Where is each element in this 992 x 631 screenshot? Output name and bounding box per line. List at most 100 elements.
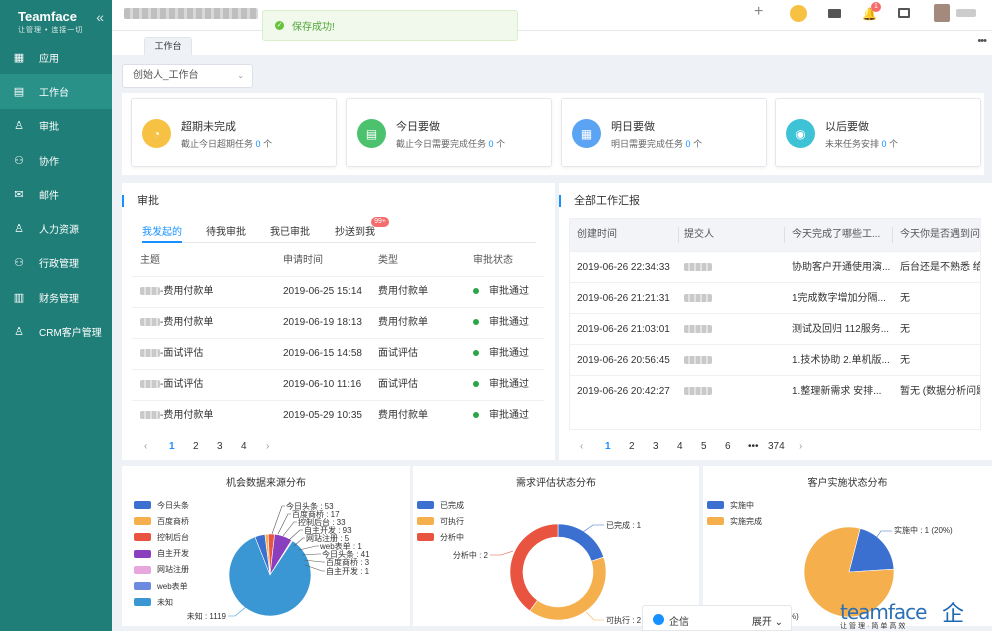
chevron-left-icon[interactable]: ‹: [580, 441, 583, 452]
report-table: 创建时间 提交人 今天完成了哪些工... 今天你是否遇到问... 2019-06…: [569, 218, 981, 430]
page-6[interactable]: 6: [725, 441, 731, 452]
task-card-2[interactable]: ▦ 明日要做 明日需要完成任务 0 个: [561, 98, 767, 167]
blurred-name: [684, 294, 712, 303]
sidebar-item-label: 人力资源: [39, 225, 79, 237]
label-leader-line: [293, 537, 305, 547]
table-row[interactable]: 2019-06-26 21:03:01 测试及回归 112服务... 无: [570, 313, 980, 344]
toast-message: 保存成功!: [292, 22, 335, 33]
chat-icon: [653, 614, 664, 625]
tab-initiated[interactable]: 我发起的: [142, 223, 182, 243]
mail-icon[interactable]: [828, 9, 841, 18]
table-row[interactable]: 2019-06-26 21:21:31 1完成数字增加分隔... 无: [570, 282, 980, 313]
page-•••[interactable]: •••: [748, 441, 759, 452]
status-dot-icon: [473, 412, 479, 419]
chevron-right-icon[interactable]: ›: [266, 441, 269, 452]
task-card-1[interactable]: ▤ 今日要做 截止今日需要完成任务 0 个: [346, 98, 552, 167]
sidebar-item-8[interactable]: ♙ CRM客户管理: [0, 314, 112, 348]
approval-table-header: 主题 申请时间 类型 审批状态: [132, 253, 544, 269]
qixin-chat-bar[interactable]: 企信 展开 ⌄: [642, 605, 792, 631]
chevron-right-icon[interactable]: ›: [799, 441, 802, 452]
row-submitter: [684, 376, 712, 407]
row-type: 面试评估: [378, 379, 418, 390]
sidebar-item-7[interactable]: ▥ 财务管理: [0, 280, 112, 314]
admin-people-icon: ⚇: [14, 257, 24, 270]
pie-slice[interactable]: [509, 523, 559, 612]
blurred-name: [684, 387, 712, 396]
sidebar-item-5[interactable]: ♙ 人力资源: [0, 211, 112, 245]
task-count[interactable]: 0: [882, 139, 887, 149]
task-card-3[interactable]: ◉ 以后要做 未来任务安排 0 个: [775, 98, 981, 167]
row-status: 审批通过: [473, 401, 529, 431]
page-4[interactable]: 4: [241, 441, 247, 452]
page-3[interactable]: 3: [653, 441, 659, 452]
row-created: 2019-06-26 20:42:27: [577, 386, 670, 397]
table-row[interactable]: -面试评估 2019-06-15 14:58 面试评估 审批通过: [132, 338, 544, 369]
notification-badge: 1: [871, 2, 881, 12]
page-374[interactable]: 374: [768, 441, 785, 452]
table-row[interactable]: -费用付款单 2019-06-25 15:14 费用付款单 审批通过: [132, 276, 544, 307]
col-submitter: 提交人: [684, 229, 714, 240]
task-count[interactable]: 0: [256, 139, 261, 149]
row-subject[interactable]: -面试评估: [140, 339, 203, 369]
company-name-blurred[interactable]: [124, 8, 258, 19]
sidebar-item-label: 邮件: [39, 190, 59, 202]
chevron-left-icon[interactable]: ‹: [144, 441, 147, 452]
qixin-expand[interactable]: 展开 ⌄: [752, 613, 783, 628]
page-1[interactable]: 1: [169, 441, 175, 452]
task-count[interactable]: 0: [489, 139, 494, 149]
slice-label: 百度商桥 : 3: [326, 557, 370, 567]
pie-slice[interactable]: [557, 523, 605, 562]
row-subject[interactable]: -面试评估: [140, 370, 203, 400]
plus-icon[interactable]: +: [754, 3, 763, 21]
page-2[interactable]: 2: [629, 441, 635, 452]
table-row[interactable]: -费用付款单 2019-06-19 18:13 费用付款单 审批通过: [132, 307, 544, 338]
user-name-blurred[interactable]: [956, 9, 976, 17]
source-pie-chart: 今日头条 : 53百度商桥 : 17控制后台 : 33自主开发 : 93网站注册…: [187, 501, 370, 621]
table-row[interactable]: 2019-06-26 22:34:33 协助客户开通使用演... 后台还是不熟悉 给…: [570, 251, 980, 282]
sidebar-item-4[interactable]: ✉ 邮件: [0, 177, 112, 211]
col-time: 申请时间: [283, 255, 323, 266]
page-5[interactable]: 5: [701, 441, 707, 452]
row-subject[interactable]: -费用付款单: [140, 401, 213, 431]
logo: Teamface 让管理 • 连接一切 «: [0, 0, 112, 40]
table-row[interactable]: -费用付款单 2019-05-29 10:35 费用付款单 审批通过: [132, 400, 544, 431]
tab-approved[interactable]: 我已审批: [270, 223, 310, 243]
task-card-0[interactable]: ◔ 超期未完成 截止今日超期任务 0 个: [131, 98, 337, 167]
sidebar-item-2[interactable]: ♙ 审批: [0, 109, 112, 143]
task-count[interactable]: 0: [686, 139, 691, 149]
row-done: 测试及回归 112服务...: [792, 324, 890, 335]
tag-icon[interactable]: [790, 5, 807, 22]
sidebar-item-1[interactable]: ▤ 工作台: [0, 74, 112, 109]
pie-slice[interactable]: [529, 556, 607, 621]
page-4[interactable]: 4: [677, 441, 683, 452]
task-summary: ◔ 超期未完成 截止今日超期任务 0 个 ▤ 今日要做 截止今日需要完成任务 0 个 ▦ 明日…: [122, 93, 984, 175]
row-issue: 后台还是不熟悉 给...: [900, 262, 980, 273]
sidebar-item-3[interactable]: ⚇ 协作: [0, 143, 112, 177]
page-2[interactable]: 2: [193, 441, 199, 452]
row-created: 2019-06-26 21:21:31: [577, 293, 670, 304]
sidebar-item-label: 协作: [39, 156, 59, 168]
label-leader-line: [582, 524, 604, 533]
table-row[interactable]: -面试评估 2019-06-10 11:16 面试评估 审批通过: [132, 369, 544, 400]
calendar-icon: ▦: [572, 119, 601, 148]
tab-pending[interactable]: 待我审批: [206, 223, 246, 243]
double-chevron-left-icon[interactable]: «: [96, 9, 104, 25]
sidebar-item-0[interactable]: ▦ 应用: [0, 40, 112, 74]
row-issue: 暂无 (数据分析问题: [900, 386, 981, 397]
table-row[interactable]: 2019-06-26 20:56:45 1.技术协助 2.单机版... 无: [570, 344, 980, 375]
page-1[interactable]: 1: [605, 441, 611, 452]
workbench-select[interactable]: 创始人_工作台 ⌄: [122, 64, 253, 88]
tab-cc[interactable]: 抄送到我 99+: [335, 217, 389, 243]
row-type: 费用付款单: [378, 286, 428, 297]
table-row[interactable]: 2019-06-26 20:42:27 1.整理新需求 安排... 暂无 (数据分析…: [570, 375, 981, 407]
slice-label: 实施中 : 1 (20%): [894, 525, 953, 535]
row-subject[interactable]: -费用付款单: [140, 277, 213, 307]
avatar[interactable]: [934, 4, 950, 22]
tab-workbench[interactable]: 工作台: [144, 37, 192, 55]
label-leader-line: [288, 529, 303, 541]
row-subject[interactable]: -费用付款单: [140, 308, 213, 338]
more-dots-icon[interactable]: •••: [977, 35, 987, 47]
sidebar-item-6[interactable]: ⚇ 行政管理: [0, 246, 112, 280]
book-icon[interactable]: [898, 8, 910, 18]
page-3[interactable]: 3: [217, 441, 223, 452]
